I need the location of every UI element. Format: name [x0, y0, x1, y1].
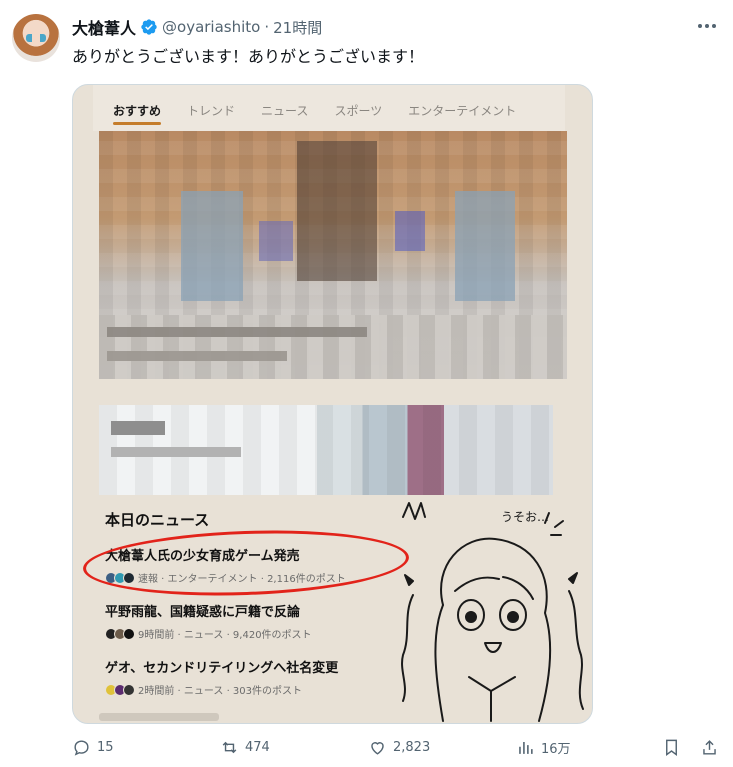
bookmark-button[interactable] [662, 738, 681, 757]
drawing-text: うそお… [501, 510, 549, 524]
reply-button[interactable]: 15 [72, 738, 114, 757]
tweet-media-image[interactable]: おすすめ トレンド ニュース スポーツ エンターテイメント 本日のニュース 大槍… [72, 84, 593, 724]
news-section-title: 本日のニュース [105, 511, 210, 529]
author-name[interactable]: 大槍葦人 [72, 15, 136, 39]
screenshot-tab-entertainment: エンターテイメント [408, 103, 517, 118]
timestamp[interactable]: 21時間 [273, 17, 322, 38]
like-icon [371, 742, 384, 755]
red-highlight-circle [81, 525, 411, 601]
screenshot-tab-news: ニュース [261, 103, 309, 118]
repost-icon [222, 741, 237, 754]
news-avatars [105, 683, 135, 696]
more-icon[interactable] [695, 18, 719, 34]
views-icon [519, 741, 533, 754]
verified-badge-icon [141, 19, 157, 35]
news-avatars [105, 627, 135, 640]
separator: · [264, 18, 270, 36]
tweet-header: 大槍葦人 @oyariashito · 21時間 [72, 16, 322, 38]
share-icon [703, 740, 716, 755]
pixelated-banner-caption [99, 315, 567, 379]
author-handle[interactable]: @oyariashito [162, 18, 260, 36]
screenshot-tab-sports: スポーツ [334, 103, 383, 118]
screenshot-tab-trend: トレンド [187, 103, 236, 118]
tweet-actions: 15 474 2,823 16万 [72, 738, 722, 762]
pixelated-card-image [99, 405, 553, 495]
screenshot-footer-placeholder [99, 713, 219, 721]
news-meta-text: 9時間前 · ニュース · 9,420件のポスト [138, 630, 312, 641]
avatar[interactable] [12, 14, 60, 62]
repost-button[interactable]: 474 [220, 738, 270, 757]
screenshot-tab-recommended: おすすめ [113, 95, 162, 125]
like-button[interactable]: 2,823 [368, 738, 430, 757]
bookmark-icon [666, 739, 677, 757]
views-count: 16万 [541, 742, 571, 757]
news-meta-text: 2時間前 · ニュース · 303件のポスト [138, 686, 303, 697]
manga-girl-drawing: うそお… [401, 502, 584, 722]
tweet-text: ありがとうございます！ありがとうございます！ [72, 47, 425, 66]
share-button[interactable] [700, 738, 719, 757]
reply-icon [74, 740, 89, 756]
screenshot-tab-bar: おすすめ トレンド ニュース スポーツ エンターテイメント [93, 85, 565, 131]
views-button[interactable]: 16万 [516, 738, 571, 757]
like-count: 2,823 [393, 740, 431, 755]
repost-count: 474 [245, 740, 270, 755]
reply-count: 15 [97, 740, 114, 755]
